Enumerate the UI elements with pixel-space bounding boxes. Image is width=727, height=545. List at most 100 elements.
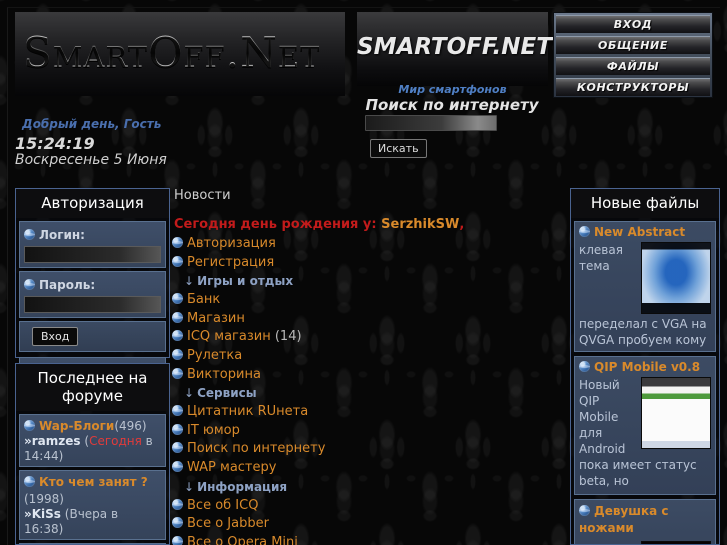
globe-icon bbox=[172, 237, 183, 248]
globe-icon bbox=[172, 442, 183, 454]
globe-icon bbox=[172, 293, 183, 305]
nav-item-builders[interactable]: КОНСТРУКТОРЫ bbox=[556, 78, 710, 96]
news-list-item[interactable]: Авторизация bbox=[172, 235, 562, 254]
birthday-user[interactable]: SerzhikSW bbox=[381, 217, 459, 232]
news-section-header: ↓ Сервисы bbox=[172, 384, 562, 403]
greeting-text: Добрый день, Гость bbox=[22, 117, 162, 131]
file-thumbnail[interactable] bbox=[641, 377, 711, 449]
news-list-item[interactable]: Цитатник RUнета bbox=[172, 403, 562, 422]
file-entry[interactable]: Девушка с ножами bbox=[574, 499, 716, 544]
globe-icon bbox=[172, 460, 183, 472]
news-link-list: Авторизация Регистрация ↓ Игры и отдых Банк М… bbox=[172, 235, 562, 545]
globe-icon bbox=[579, 505, 590, 516]
news-item-link[interactable]: Все о Opera Mini bbox=[187, 535, 298, 545]
password-input[interactable] bbox=[24, 296, 161, 313]
globe-icon bbox=[172, 367, 183, 379]
news-item-link[interactable]: Рулетка bbox=[187, 348, 242, 363]
globe-icon bbox=[172, 311, 183, 323]
globe-icon bbox=[172, 255, 183, 267]
forum-topic-name[interactable]: Кто чем занят ? bbox=[39, 475, 148, 489]
globe-icon bbox=[172, 348, 183, 360]
globe-icon bbox=[172, 498, 183, 510]
file-entry[interactable]: QIP Mobile v0.8 Новый QIP Mobile для And… bbox=[574, 356, 716, 495]
globe-icon bbox=[172, 423, 183, 435]
new-files-panel: Новые файлы New Abstract клевая тема пер… bbox=[570, 188, 720, 545]
forum-topic-row[interactable]: Кто чем занят ?(1998) »KiSs (Вчера в 16:… bbox=[19, 470, 166, 540]
file-thumbnail[interactable] bbox=[641, 242, 711, 314]
news-section-label: Игры и отдых bbox=[197, 274, 294, 289]
news-list-item[interactable]: Все о Jabber bbox=[172, 515, 562, 534]
chevron-down-icon: ↓ bbox=[184, 386, 195, 401]
news-list-item[interactable]: Викторина bbox=[172, 366, 562, 385]
file-entry-name: New Abstract bbox=[594, 225, 686, 239]
login-input[interactable] bbox=[24, 246, 161, 263]
forum-topic-count: (1998) bbox=[24, 492, 64, 506]
news-list-item[interactable]: WAP мастеру bbox=[172, 459, 562, 478]
news-list-item[interactable]: IT юмор bbox=[172, 422, 562, 441]
login-label: Логин: bbox=[39, 228, 85, 242]
forum-topic-author: »KiSs bbox=[24, 507, 61, 521]
file-entry-name: Девушка с ножами bbox=[579, 504, 669, 535]
file-entry[interactable]: New Abstract клевая тема переделал с VGA… bbox=[574, 221, 716, 352]
news-list-item[interactable]: Банк bbox=[172, 291, 562, 310]
forum-topic-name[interactable]: Wap-Блоги bbox=[39, 419, 114, 433]
news-list-item[interactable]: ICQ магазин (14) bbox=[172, 328, 562, 347]
login-submit-button[interactable]: Вход bbox=[32, 327, 79, 346]
news-section-label: Сервисы bbox=[197, 386, 257, 401]
birthday-prefix: Сегодня день рождения у: bbox=[174, 217, 377, 232]
globe-icon bbox=[172, 517, 183, 529]
file-entry-header[interactable]: QIP Mobile v0.8 bbox=[579, 360, 711, 375]
password-label: Пароль: bbox=[39, 278, 96, 292]
globe-icon bbox=[24, 229, 35, 240]
news-item-link[interactable]: Поиск по интернету bbox=[187, 441, 325, 456]
news-list-item[interactable]: Магазин bbox=[172, 310, 562, 329]
main-content: Новости Сегодня день рождения у: Serzhik… bbox=[172, 188, 562, 545]
news-list-item[interactable]: Поиск по интернету bbox=[172, 440, 562, 459]
birthday-notice: Сегодня день рождения у: SerzhikSW, bbox=[174, 217, 562, 232]
birthday-suffix: , bbox=[459, 217, 465, 232]
globe-icon bbox=[24, 476, 35, 487]
forum-topic-author: »ramzes bbox=[24, 434, 81, 448]
brand-banner: SMARTOFF.NET bbox=[357, 12, 552, 86]
clock-text: 15:24:19 bbox=[15, 134, 95, 153]
nav-item-community[interactable]: ОБЩЕНИЕ bbox=[556, 36, 710, 54]
news-list-item[interactable]: Все об ICQ bbox=[172, 497, 562, 516]
news-heading: Новости bbox=[174, 188, 231, 203]
news-list-item[interactable]: Рулетка bbox=[172, 347, 562, 366]
news-item-link[interactable]: IT юмор bbox=[187, 423, 240, 438]
globe-icon bbox=[172, 535, 183, 545]
news-item-link[interactable]: Все о Jabber bbox=[187, 516, 269, 531]
brand-text: SMARTOFF.NET bbox=[357, 34, 552, 60]
news-list-item[interactable]: Регистрация bbox=[172, 254, 562, 273]
file-thumbnail[interactable] bbox=[641, 541, 711, 544]
search-button[interactable]: Искать bbox=[370, 139, 427, 158]
nav-item-files[interactable]: ФАЙЛЫ bbox=[556, 57, 710, 75]
news-item-link[interactable]: ICQ магазин bbox=[187, 329, 271, 344]
forum-topic-count: (496) bbox=[114, 419, 147, 433]
file-entry-header[interactable]: Девушка с ножами bbox=[579, 503, 711, 537]
forum-panel: Последнее на форуме Wap-Блоги(496) »ramz… bbox=[15, 363, 170, 545]
news-item-link[interactable]: Все об ICQ bbox=[187, 498, 258, 513]
news-item-link[interactable]: Банк bbox=[187, 292, 220, 307]
auth-panel-title: Авторизация bbox=[16, 189, 169, 218]
news-item-link[interactable]: Магазин bbox=[187, 311, 245, 326]
news-item-link[interactable]: Цитатник RUнета bbox=[187, 404, 308, 419]
new-files-title: Новые файлы bbox=[571, 189, 719, 218]
news-item-link[interactable]: WAP мастеру bbox=[187, 460, 276, 475]
nav-item-login[interactable]: ВХОД bbox=[556, 15, 710, 33]
site-logo-text: SmartOff.Net bbox=[23, 28, 321, 77]
auth-panel: Авторизация Логин: Пароль: Вход Регистра… bbox=[15, 188, 170, 382]
site-logo-banner[interactable]: SmartOff.Net bbox=[15, 12, 345, 96]
date-text: Воскресенье 5 Июня bbox=[15, 152, 167, 168]
search-input[interactable] bbox=[365, 115, 497, 131]
news-item-link[interactable]: Авторизация bbox=[187, 236, 276, 251]
news-section-header: ↓ Информация bbox=[172, 478, 562, 497]
password-row: Пароль: bbox=[19, 271, 166, 318]
news-list-item[interactable]: Все о Opera Mini bbox=[172, 534, 562, 545]
news-item-link[interactable]: Викторина bbox=[187, 367, 261, 382]
forum-topic-row[interactable]: Wap-Блоги(496) »ramzes (Сегодня в 14:44) bbox=[19, 414, 166, 467]
file-entry-header[interactable]: New Abstract bbox=[579, 225, 711, 240]
globe-icon bbox=[24, 420, 35, 431]
news-item-link[interactable]: Регистрация bbox=[187, 255, 274, 270]
globe-icon bbox=[579, 226, 590, 237]
